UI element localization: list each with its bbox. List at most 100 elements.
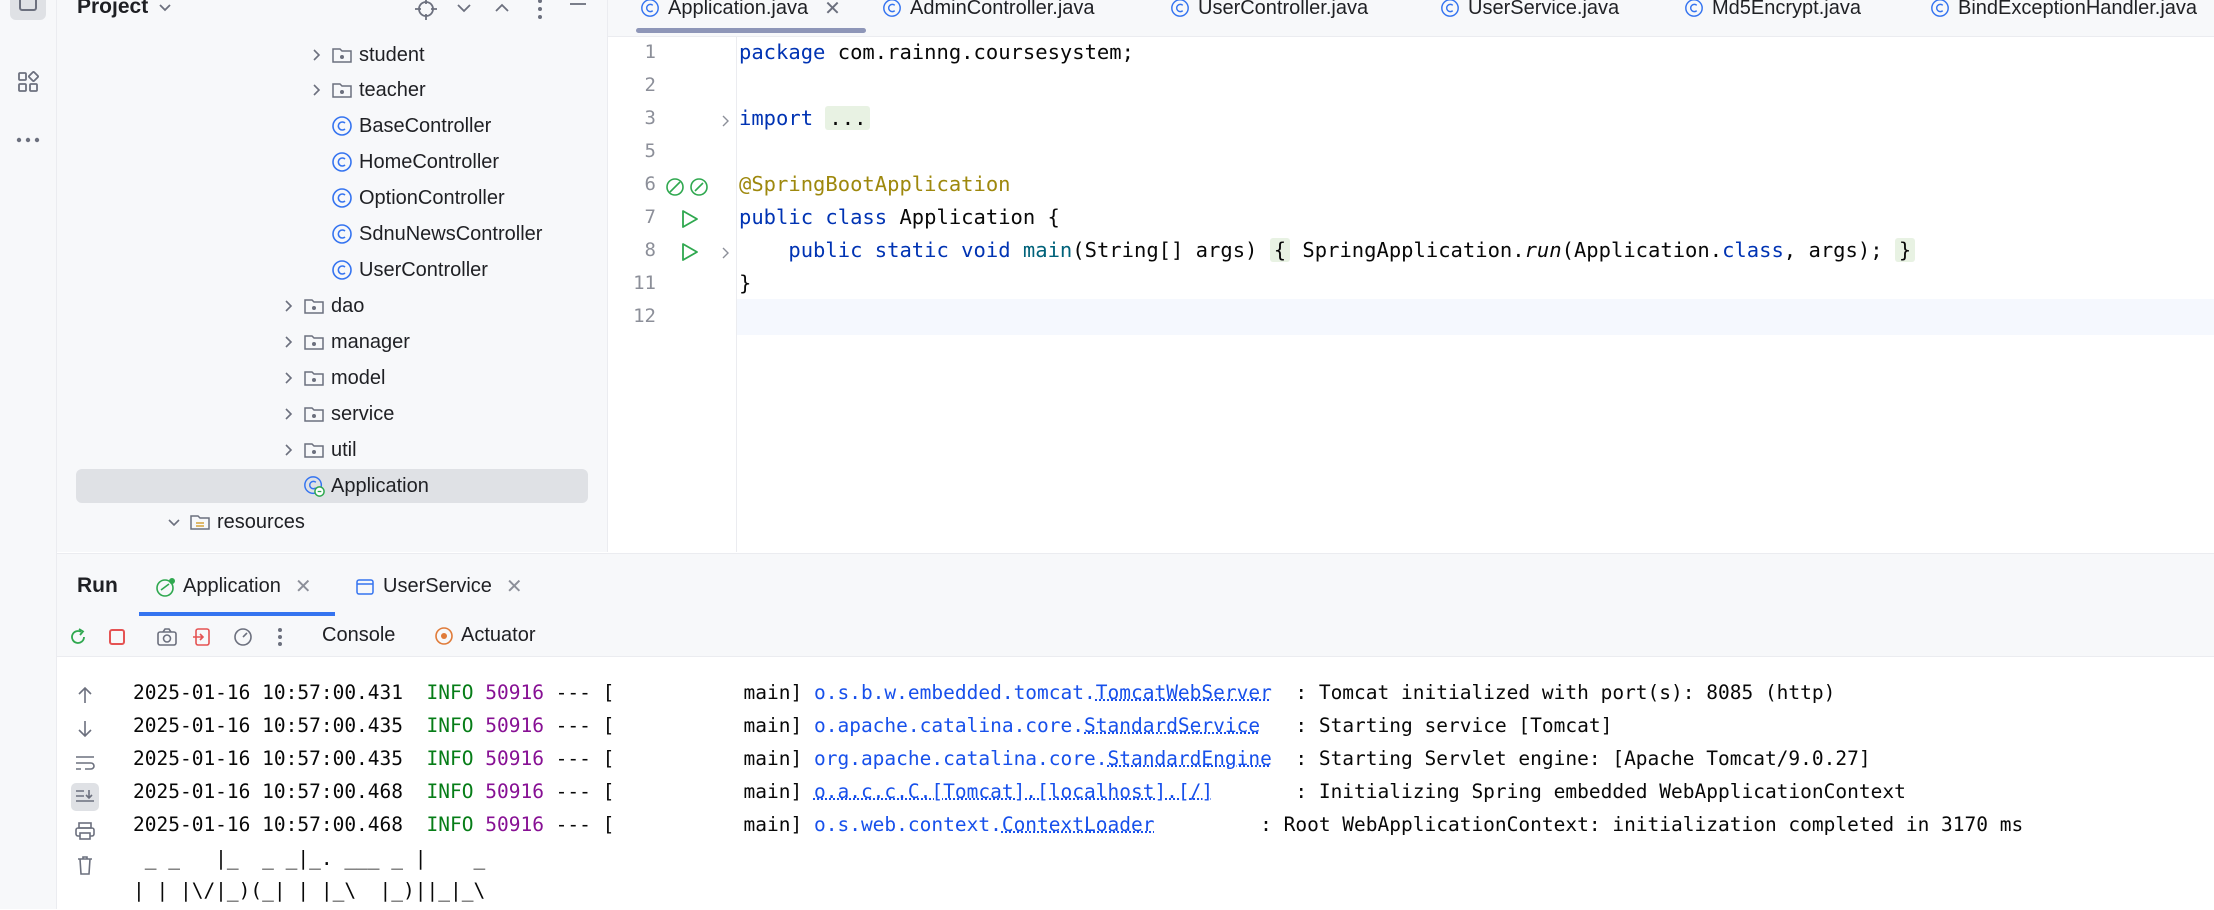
kebab-icon bbox=[278, 628, 282, 646]
run-title: Run bbox=[77, 574, 118, 597]
exit-button[interactable] bbox=[189, 624, 215, 650]
tab-actuator[interactable]: Actuator bbox=[433, 624, 535, 647]
arrow-up-icon bbox=[78, 686, 92, 703]
arrow-down-icon bbox=[78, 721, 92, 738]
stop-icon bbox=[109, 629, 125, 645]
project-tool-button[interactable] bbox=[10, 0, 46, 20]
log-line: 2025-01-16 10:57:00.468 INFO 50916 --- [… bbox=[133, 813, 2024, 836]
print-button[interactable] bbox=[71, 817, 99, 845]
chevron-right-icon[interactable] bbox=[307, 46, 325, 64]
minimize-icon[interactable] bbox=[559, 0, 597, 24]
close-icon[interactable]: ✕ bbox=[295, 574, 312, 599]
tree-item-basecontroller[interactable]: BaseController bbox=[331, 109, 491, 143]
scroll-up-button[interactable] bbox=[71, 681, 99, 709]
run-triangle-icon[interactable] bbox=[678, 241, 700, 263]
tree-item-application[interactable]: Application bbox=[76, 469, 588, 503]
locate-icon[interactable] bbox=[407, 0, 445, 24]
more-tools-button[interactable] bbox=[10, 122, 46, 158]
rerun-button[interactable] bbox=[65, 624, 91, 650]
tab-application-java[interactable]: Application.java ✕ bbox=[640, 0, 841, 26]
run-triangle-icon[interactable] bbox=[678, 208, 700, 230]
expand-all-icon[interactable] bbox=[445, 0, 483, 24]
package-folder-icon bbox=[303, 403, 325, 425]
run-tab-label: UserService bbox=[383, 575, 492, 597]
scroll-to-end-button[interactable] bbox=[71, 783, 99, 811]
tree-item-dao[interactable]: dao bbox=[279, 289, 364, 323]
line-number: 8 bbox=[644, 239, 656, 261]
chevron-right-icon[interactable] bbox=[279, 369, 297, 387]
camera-icon bbox=[157, 628, 177, 646]
dump-threads-button[interactable] bbox=[154, 624, 180, 650]
actuator-icon bbox=[435, 626, 453, 645]
tree-item-resources[interactable]: resources bbox=[165, 505, 305, 539]
tab-bindexceptionhandler-java[interactable]: BindExceptionHandler.java bbox=[1930, 0, 2197, 26]
more-options-button[interactable] bbox=[267, 624, 293, 650]
run-panel-header: Run Application ✕ UserService ✕ bbox=[57, 554, 2214, 616]
fold-chevron-icon[interactable] bbox=[718, 114, 732, 128]
stop-button[interactable] bbox=[104, 624, 130, 650]
line-number: 12 bbox=[633, 305, 656, 327]
tree-item-homecontroller[interactable]: HomeController bbox=[331, 145, 499, 179]
class-c-icon bbox=[1685, 0, 1703, 17]
active-tab-indicator bbox=[636, 28, 866, 33]
ascii-banner-line: | | |\/|_)(_| | |_\ |_)||_|_\ bbox=[133, 879, 497, 902]
spring-bean-gutter-icon[interactable] bbox=[665, 175, 711, 199]
scroll-down-button[interactable] bbox=[71, 715, 99, 743]
run-tab-application[interactable]: Application ✕ bbox=[155, 574, 312, 599]
tab-userservice-java[interactable]: UserService.java bbox=[1440, 0, 1619, 26]
fold-chevron-icon[interactable] bbox=[718, 246, 732, 260]
chevron-right-icon[interactable] bbox=[279, 333, 297, 351]
tree-item-service[interactable]: service bbox=[279, 397, 394, 431]
code-line-1: package com.rainng.coursesystem; bbox=[739, 40, 1134, 64]
soft-wrap-icon bbox=[76, 756, 95, 770]
tree-item-label: SdnuNewsController bbox=[359, 222, 543, 245]
tab-admincontroller-java[interactable]: AdminController.java bbox=[882, 0, 1095, 26]
tab-usercontroller-java[interactable]: UserController.java bbox=[1170, 0, 1368, 26]
line-number: 6 bbox=[644, 173, 656, 195]
soft-wrap-button[interactable] bbox=[71, 749, 99, 777]
folded-imports[interactable]: ... bbox=[825, 106, 871, 130]
chevron-down-icon[interactable] bbox=[156, 0, 174, 16]
structure-tool-button[interactable] bbox=[10, 64, 46, 100]
tab-md5encrypt-java[interactable]: Md5Encrypt.java bbox=[1684, 0, 1861, 26]
class-c-icon bbox=[883, 0, 901, 17]
tab-console[interactable]: Console bbox=[322, 624, 395, 647]
printer-icon bbox=[75, 822, 95, 840]
tree-item-student[interactable]: student bbox=[307, 38, 425, 72]
package-folder-icon bbox=[303, 439, 325, 461]
tree-item-label: model bbox=[331, 366, 386, 389]
code-editor[interactable]: 1 2 3 5 6 7 8 11 12 package com.rainng.c… bbox=[608, 37, 2214, 552]
resources-folder-icon bbox=[189, 511, 211, 533]
tree-item-usercontroller[interactable]: UserController bbox=[331, 253, 488, 287]
more-dots-icon bbox=[16, 137, 40, 143]
tab-label: UserController.java bbox=[1198, 0, 1369, 19]
tree-item-util[interactable]: util bbox=[279, 433, 357, 467]
tree-item-label: service bbox=[331, 402, 395, 425]
console-tab-label: Console bbox=[322, 624, 396, 646]
chevron-right-icon[interactable] bbox=[279, 441, 297, 459]
console-output[interactable]: 2025-01-16 10:57:00.431 INFO 50916 --- [… bbox=[133, 657, 2214, 910]
tree-item-teacher[interactable]: teacher bbox=[307, 73, 426, 107]
class-c-icon bbox=[331, 223, 353, 245]
tree-item-optioncontroller[interactable]: OptionController bbox=[331, 181, 505, 215]
close-icon[interactable]: ✕ bbox=[824, 0, 841, 21]
chevron-right-icon[interactable] bbox=[279, 297, 297, 315]
chevron-down-icon[interactable] bbox=[165, 513, 183, 531]
chevron-right-icon[interactable] bbox=[307, 81, 325, 99]
collapse-all-icon[interactable] bbox=[483, 0, 521, 24]
tree-item-sdnunewscontroller[interactable]: SdnuNewsController bbox=[331, 217, 542, 251]
code-line-7: public class Application { bbox=[739, 205, 1060, 229]
tree-item-manager[interactable]: manager bbox=[279, 325, 410, 359]
profiler-button[interactable] bbox=[230, 624, 256, 650]
tree-item-model[interactable]: model bbox=[279, 361, 385, 395]
clear-all-button[interactable] bbox=[71, 851, 99, 879]
options-kebab-icon[interactable] bbox=[521, 0, 559, 24]
close-icon[interactable]: ✕ bbox=[506, 574, 523, 599]
tree-item-label: manager bbox=[331, 330, 410, 353]
project-title[interactable]: Project bbox=[77, 0, 148, 19]
tree-item-label: BaseController bbox=[359, 114, 492, 137]
log-line: 2025-01-16 10:57:00.431 INFO 50916 --- [… bbox=[133, 681, 1836, 704]
run-tab-userservice[interactable]: UserService ✕ bbox=[355, 574, 523, 599]
chevron-right-icon[interactable] bbox=[279, 405, 297, 423]
tab-label: UserService.java bbox=[1468, 0, 1620, 19]
